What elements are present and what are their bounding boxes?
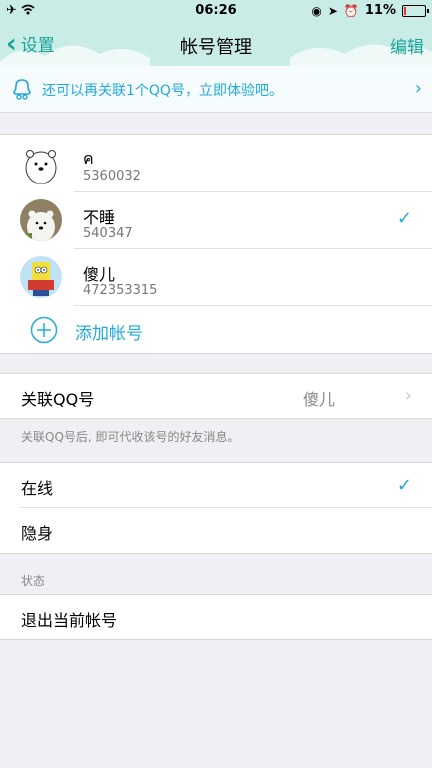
checkmark-icon: ✓ [396, 208, 412, 229]
logout-label: 退出当前帐号 [21, 611, 118, 630]
account-qq-number: 5360032 [83, 169, 141, 184]
link-account-promo[interactable]: 还可以再关联1个QQ号，立即体验吧。 › [0, 66, 432, 113]
status-option-label: 隐身 [21, 524, 54, 543]
navigation-bar: ‹ 设置 帐号管理 编辑 [0, 22, 432, 86]
status-option-invisible[interactable]: 隐身 [0, 508, 432, 553]
battery-percent: 11% [364, 3, 396, 18]
battery-icon [402, 4, 429, 17]
linked-qq-label: 关联QQ号 [21, 390, 95, 409]
account-qq-number: 472353315 [83, 283, 158, 298]
battery-fill [404, 6, 406, 15]
add-account-label: 添加帐号 [75, 324, 143, 344]
ice-bear-avatar [20, 199, 62, 241]
status-right: ◉ ➤ ⏰ 11% [311, 3, 429, 18]
linked-qq-row[interactable]: 关联QQ号 傻儿 › [0, 373, 432, 419]
bell-icon [13, 79, 31, 100]
chevron-right-icon: › [404, 385, 412, 406]
add-account-button[interactable]: 添加帐号 [0, 306, 432, 353]
account-list: ค 5360032 不睡 540347 ✓ 傻儿 472353315 添加帐号 [0, 134, 432, 354]
edit-button[interactable]: 编辑 [390, 33, 424, 58]
account-qq-number: 540347 [83, 226, 133, 241]
account-name: 不睡 [83, 208, 116, 227]
status-option-label: 在线 [21, 479, 54, 498]
account-row[interactable]: 傻儿 472353315 [0, 249, 432, 306]
status-caption: 状态 [21, 574, 46, 588]
lock-rotation-icon: ◉ [311, 3, 322, 18]
account-row[interactable]: ค 5360032 [0, 135, 432, 192]
chevron-right-icon: › [414, 78, 422, 99]
linked-qq-value: 傻儿 [302, 390, 335, 409]
status-option-online[interactable]: 在线 ✓ [0, 463, 432, 508]
account-row[interactable]: 不睡 540347 ✓ [0, 192, 432, 249]
page-title: 帐号管理 [180, 37, 252, 58]
checkmark-icon: ✓ [396, 475, 412, 496]
status-options: 在线 ✓ 隐身 [0, 462, 432, 554]
polar-bear-avatar [20, 142, 62, 184]
status-bar: ✈ 06:26 ◉ ➤ ⏰ 11% [0, 0, 432, 22]
account-name: 傻儿 [83, 265, 116, 284]
spongebob-avatar [20, 256, 62, 298]
add-circle-icon [30, 316, 58, 344]
alarm-icon: ⏰ [343, 3, 359, 18]
linked-qq-hint: 关联QQ号后, 即可代收该号的好友消息。 [21, 430, 240, 444]
logout-button[interactable]: 退出当前帐号 [0, 594, 432, 640]
location-icon: ➤ [327, 3, 338, 18]
promo-text: 还可以再关联1个QQ号，立即体验吧。 [42, 83, 283, 99]
